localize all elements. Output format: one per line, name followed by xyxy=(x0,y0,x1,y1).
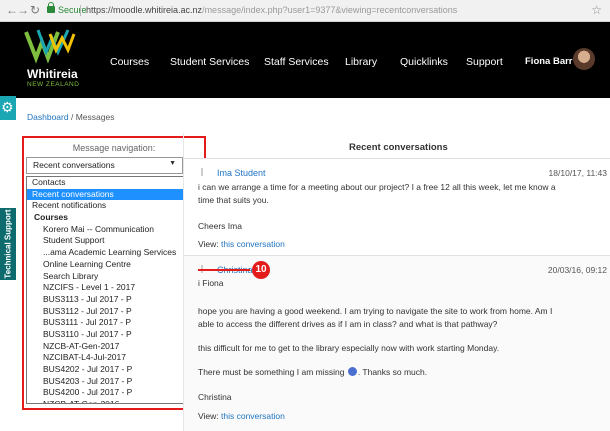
view-prefix: View: xyxy=(198,239,219,249)
user-icon xyxy=(201,168,207,176)
menu-courses[interactable]: Courses xyxy=(110,56,149,68)
menu-support[interactable]: Support xyxy=(466,56,503,68)
message-text: There must be something I am missing xyxy=(198,367,345,377)
breadcrumb: Dashboard / Messages xyxy=(27,112,114,122)
technical-support-label: Technical Support xyxy=(3,209,13,279)
recent-conversations-title: Recent conversations xyxy=(349,142,448,153)
message-line: i can we arrange a time for a meeting ab… xyxy=(198,182,556,192)
breadcrumb-separator: / xyxy=(70,112,74,122)
highlight-box xyxy=(22,136,206,410)
url-host: https://moodle.whitireia.ac.nz xyxy=(86,5,203,15)
brand-subtitle: NEW ZEALAND xyxy=(27,81,80,88)
view-prefix: View: xyxy=(198,411,219,421)
menu-library[interactable]: Library xyxy=(345,56,377,68)
view-conversation-link[interactable]: this conversation xyxy=(221,411,285,421)
message-greeting: i Fiona xyxy=(198,278,224,288)
reload-icon[interactable]: ↻ xyxy=(30,3,40,17)
browser-toolbar: ← → ↻ Secure https://moodle.whitireia.ac… xyxy=(0,0,610,22)
view-conversation-link[interactable]: this conversation xyxy=(221,239,285,249)
message-text: . Thanks so much. xyxy=(357,367,428,377)
message-line: this difficult for me to get to the libr… xyxy=(198,343,500,353)
conversation-sender[interactable]: Ima Student xyxy=(217,168,266,178)
conversation-date: 18/10/17, 11:43 xyxy=(548,168,607,178)
url-path: /message/index.php?user1=9377&viewing=re… xyxy=(202,5,458,15)
site-header: Whitireia NEW ZEALAND Courses Student Se… xyxy=(0,22,610,98)
breadcrumb-messages: Messages xyxy=(75,112,115,122)
breadcrumb-dashboard[interactable]: Dashboard xyxy=(27,112,69,122)
avatar[interactable] xyxy=(573,48,595,70)
menu-staff-services[interactable]: Staff Services xyxy=(264,56,329,68)
bookmark-star-icon[interactable]: ☆ xyxy=(591,3,602,17)
message-line: able to access the different drives as i… xyxy=(198,319,498,329)
message-signoff: Christina xyxy=(198,392,232,402)
conversation-item[interactable]: Ima Student 18/10/17, 11:43 i can we arr… xyxy=(184,158,610,256)
message-signoff: Cheers Ima xyxy=(198,221,242,231)
conversation-date: 20/03/16, 09:12 xyxy=(547,265,607,275)
technical-support-tab[interactable]: Technical Support xyxy=(0,208,16,280)
whitireia-logo-icon[interactable] xyxy=(24,28,76,64)
message-line: There must be something I am missing . T… xyxy=(198,366,602,379)
message-line: hope you are having a good weekend. I am… xyxy=(198,306,553,316)
callout-pointer-line xyxy=(198,269,250,271)
forward-icon[interactable]: → xyxy=(17,3,29,17)
conversation-item[interactable]: Christina 20/03/16, 09:12 i Fiona hope y… xyxy=(184,256,610,431)
lock-icon xyxy=(47,2,55,13)
brand-name: Whitireia xyxy=(27,67,78,81)
menu-quicklinks[interactable]: Quicklinks xyxy=(400,56,448,68)
gear-icon: ⚙ xyxy=(1,99,14,115)
message-line: time that suits you. xyxy=(198,195,269,205)
view-row: View: this conversation xyxy=(198,411,285,421)
menu-student-services[interactable]: Student Services xyxy=(170,56,249,68)
settings-tab[interactable]: ⚙ xyxy=(0,96,16,120)
callout-number-badge: 10 xyxy=(252,261,270,279)
address-bar[interactable]: https://moodle.whitireia.ac.nz/message/i… xyxy=(86,5,457,15)
address-divider xyxy=(80,5,81,16)
view-row: View: this conversation xyxy=(198,239,285,249)
user-name[interactable]: Fiona Barr xyxy=(525,56,573,67)
secure-label: Secure xyxy=(58,5,87,15)
smiley-emoticon-icon xyxy=(347,367,357,376)
